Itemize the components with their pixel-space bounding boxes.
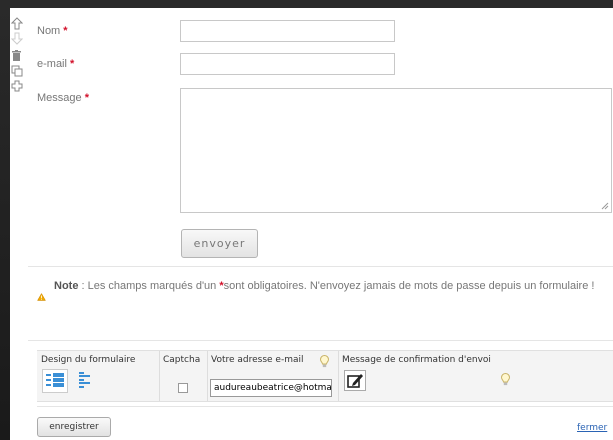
move-down-icon[interactable] [11, 32, 25, 47]
email-input[interactable] [180, 53, 395, 75]
field-tools [11, 17, 25, 95]
required-mark: * [84, 92, 89, 104]
move-up-icon[interactable] [11, 17, 25, 32]
captcha-checkbox[interactable] [178, 383, 188, 393]
message-label: Message * [37, 92, 89, 104]
email-column: Votre adresse e-mail audureaubeatrice@ho… [207, 351, 339, 401]
layout-two-column-icon[interactable] [42, 369, 68, 393]
form-editor: Nom * e-mail * Message * envoyer Note : … [0, 0, 613, 440]
divider [37, 406, 613, 407]
options-bar: Design du formulaire Captcha Votre adres… [37, 350, 613, 402]
trash-icon[interactable] [11, 50, 25, 65]
lightbulb-icon[interactable] [320, 355, 329, 368]
duplicate-icon[interactable] [11, 65, 25, 80]
resize-handle-icon[interactable] [601, 202, 609, 210]
confirmation-label: Message de confirmation d'envoi [342, 355, 491, 365]
close-link[interactable]: fermer [577, 423, 607, 433]
confirmation-column: Message de confirmation d'envoi [338, 351, 518, 401]
your-email-input[interactable]: audureaubeatrice@hotmail.fr [210, 379, 332, 397]
edit-icon[interactable] [344, 370, 366, 391]
layout-stacked-icon[interactable] [76, 369, 102, 393]
nom-label: Nom * [37, 25, 68, 37]
form-note: Note : Les champs marqués d'un *sont obl… [54, 280, 595, 292]
design-label: Design du formulaire [41, 355, 136, 365]
lightbulb-icon[interactable] [501, 373, 510, 386]
divider [28, 340, 613, 341]
captcha-column: Captcha [159, 351, 208, 401]
save-button[interactable]: enregistrer [37, 417, 111, 437]
required-mark: * [63, 25, 68, 37]
message-textarea[interactable] [180, 88, 612, 213]
submit-button[interactable]: envoyer [181, 229, 258, 258]
design-column: Design du formulaire [37, 351, 160, 401]
your-email-label: Votre adresse e-mail [211, 355, 304, 365]
required-mark: * [70, 58, 75, 70]
add-field-icon[interactable] [11, 80, 25, 95]
email-label: e-mail * [37, 58, 75, 70]
divider [28, 266, 613, 267]
note-title: Note [54, 280, 79, 292]
form-panel: Nom * e-mail * Message * envoyer Note : … [10, 8, 613, 440]
nom-input[interactable] [180, 20, 395, 42]
captcha-label: Captcha [163, 355, 201, 365]
